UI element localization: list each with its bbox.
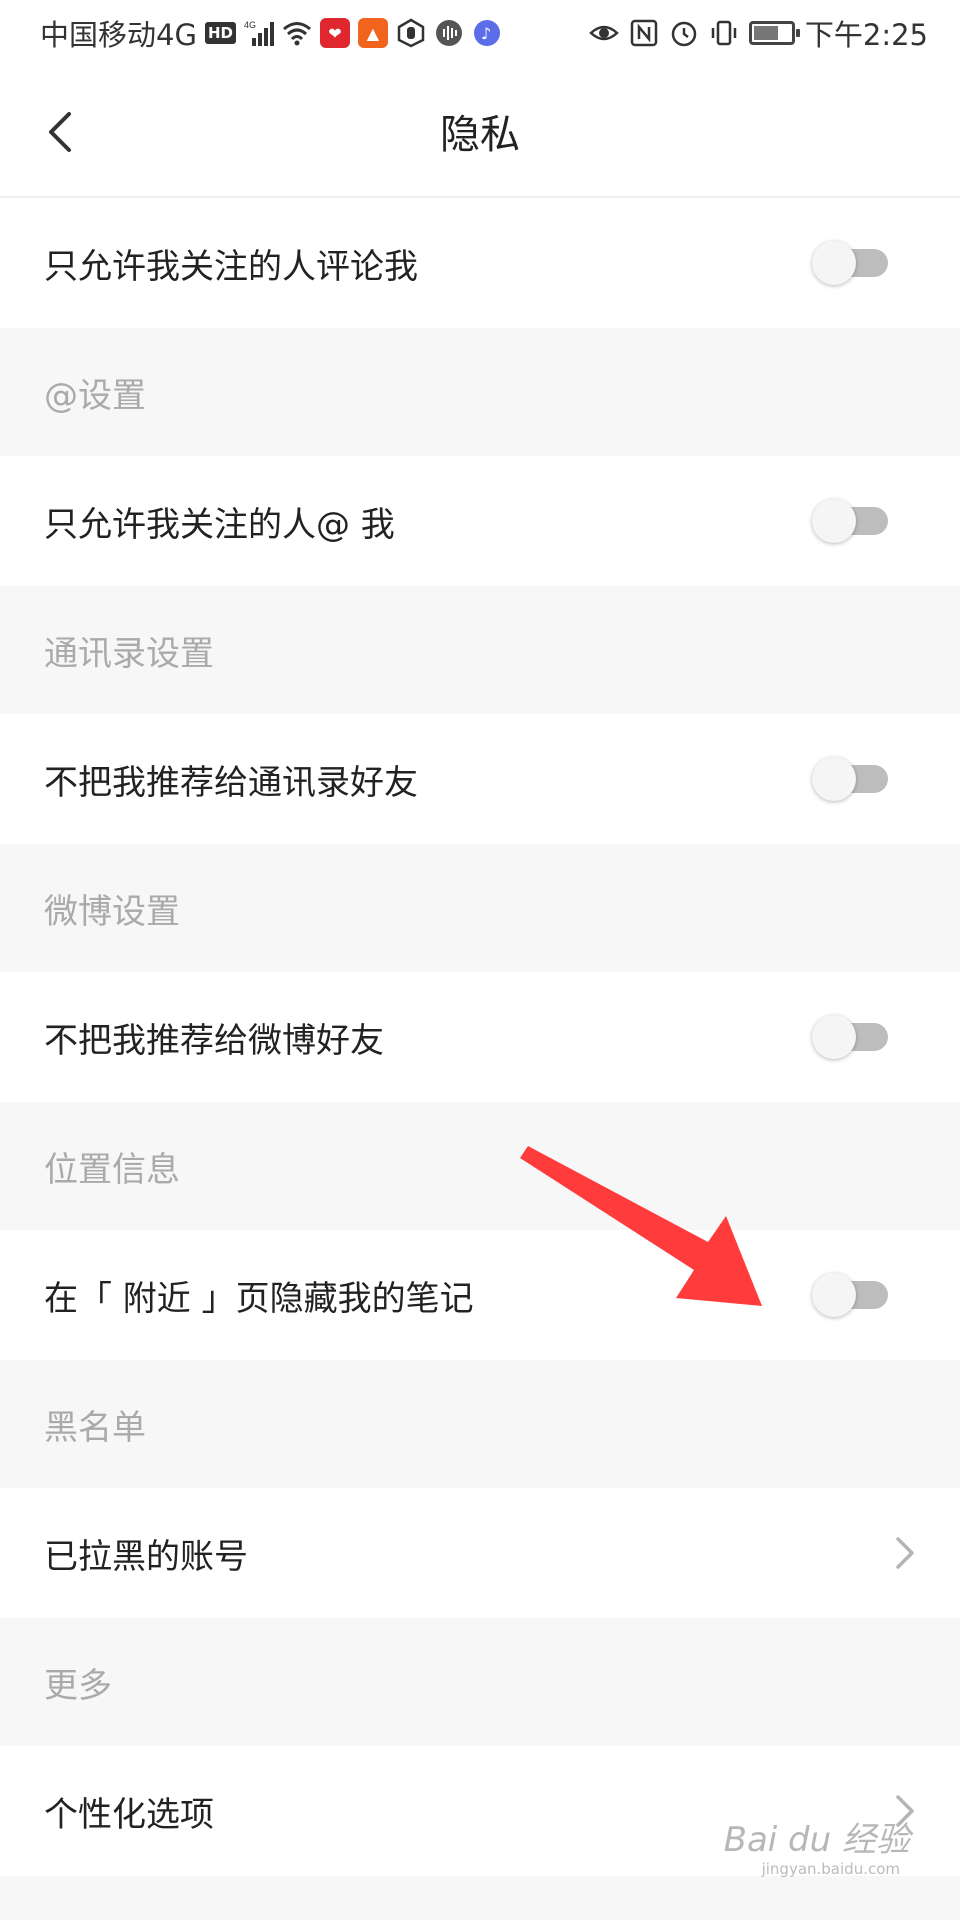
section-label: @设置 xyxy=(44,375,146,416)
hand-icon xyxy=(396,18,426,48)
cellular-signal-icon: 4G xyxy=(244,18,274,48)
section-header-contacts-settings: 通讯录设置 xyxy=(0,586,960,714)
svg-text:♪: ♪ xyxy=(481,24,491,43)
setting-row-no-recommend-contacts: 不把我推荐给通讯录好友 xyxy=(0,714,960,844)
back-button[interactable] xyxy=(30,96,90,168)
section-header-at-settings: @设置 xyxy=(0,328,960,456)
setting-row-no-recommend-weibo: 不把我推荐给微博好友 xyxy=(0,972,960,1102)
section-header-location-info: 位置信息 xyxy=(0,1102,960,1230)
clock-label: 下午2:25 xyxy=(804,18,928,52)
setting-row-hide-nearby-notes: 在「 附近 」页隐藏我的笔记 xyxy=(0,1230,960,1360)
audio-icon xyxy=(434,18,464,48)
watermark-logo: Bai du 经验 xyxy=(724,1812,910,1861)
no-recommend-weibo-toggle[interactable] xyxy=(812,1015,888,1059)
section-label: 黑名单 xyxy=(44,1407,146,1448)
wifi-icon xyxy=(282,18,312,48)
setting-label: 已拉黑的账号 xyxy=(44,1536,248,1577)
status-right: 下午2:25 xyxy=(589,12,928,54)
carrier-label: 中国移动4G xyxy=(40,18,197,52)
section-header-blacklist: 黑名单 xyxy=(0,1360,960,1488)
status-bar: 中国移动4G HD 4G ❤ ▲ ♪ 下午2:25 xyxy=(0,0,960,66)
comment-only-following-toggle[interactable] xyxy=(812,241,888,285)
app-notification-icon: ❤ xyxy=(319,18,350,48)
hide-nearby-notes-toggle[interactable] xyxy=(812,1273,888,1317)
watermark-url: jingyan.baidu.com xyxy=(761,1860,900,1878)
setting-row-comment-only-following: 只允许我关注的人评论我 xyxy=(0,198,960,328)
nav-bar: 隐私 xyxy=(0,66,960,198)
section-label: 位置信息 xyxy=(44,1149,180,1190)
chevron-left-icon xyxy=(49,112,71,152)
at-only-following-toggle[interactable] xyxy=(812,499,888,543)
hd-badge: HD xyxy=(204,22,236,44)
section-label: 微博设置 xyxy=(44,891,180,932)
setting-label: 只允许我关注的人评论我 xyxy=(44,246,418,287)
music-app-icon: ♪ xyxy=(472,18,502,48)
no-recommend-contacts-toggle[interactable] xyxy=(812,757,888,801)
section-label: 通讯录设置 xyxy=(44,633,214,674)
eye-icon xyxy=(589,18,619,48)
privacy-settings-list: 只允许我关注的人评论我 @设置 只允许我关注的人@ 我 通讯录设置 不把我推荐给… xyxy=(0,198,960,1876)
nfc-icon xyxy=(629,18,659,48)
setting-label: 只允许我关注的人@ 我 xyxy=(44,504,395,545)
vibrate-icon xyxy=(709,18,739,48)
battery-icon xyxy=(748,21,800,45)
setting-label: 不把我推荐给微博好友 xyxy=(44,1020,384,1061)
setting-label: 个性化选项 xyxy=(44,1794,214,1835)
status-left: 中国移动4G HD 4G ❤ ▲ ♪ xyxy=(40,12,502,54)
section-label: 更多 xyxy=(44,1665,112,1706)
signal-type-label: 4G xyxy=(244,20,256,30)
app-notification-icon: ▲ xyxy=(357,18,388,48)
setting-label: 在「 附近 」页隐藏我的笔记 xyxy=(44,1278,474,1319)
section-header-weibo-settings: 微博设置 xyxy=(0,844,960,972)
section-header-more: 更多 xyxy=(0,1618,960,1746)
setting-row-blocked-accounts[interactable]: 已拉黑的账号 xyxy=(0,1488,960,1618)
alarm-icon xyxy=(669,18,699,48)
setting-label: 不把我推荐给通讯录好友 xyxy=(44,762,418,803)
watermark-brand: Bai du 经验 xyxy=(723,1820,910,1860)
setting-row-at-only-following: 只允许我关注的人@ 我 xyxy=(0,456,960,586)
chevron-right-icon xyxy=(896,1537,914,1569)
page-title: 隐私 xyxy=(440,112,520,158)
